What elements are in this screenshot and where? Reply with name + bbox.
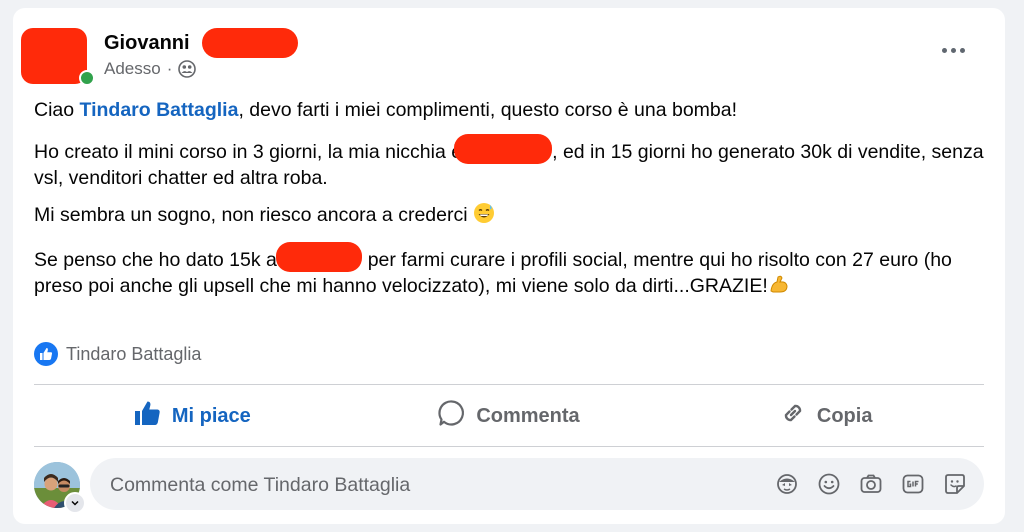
paragraph-text: , devo farti i miei complimenti, questo … — [238, 99, 738, 121]
emoji-icon[interactable] — [816, 471, 842, 497]
post-card: Giovanni Adesso · Ciao Tindaro Battaglia… — [13, 8, 1005, 524]
online-status-dot — [79, 70, 95, 86]
comment-input[interactable] — [108, 458, 752, 512]
comment-composer — [34, 458, 984, 514]
comment-button[interactable]: Commenta — [351, 386, 668, 446]
meta-separator: · — [166, 59, 173, 78]
author-avatar-redacted[interactable] — [21, 28, 87, 84]
more-options-button[interactable] — [933, 38, 973, 62]
sticker-icon[interactable] — [942, 471, 968, 497]
like-button[interactable]: Mi piace — [34, 386, 351, 446]
post-paragraph: Mi sembra un sogno, non riesco ancora a … — [34, 202, 984, 231]
paragraph-text: Se penso che ho dato 15k a — [34, 249, 283, 271]
chevron-down-icon[interactable] — [64, 492, 86, 514]
more-dot-icon — [959, 47, 965, 53]
copy-button[interactable]: Copia — [667, 386, 984, 446]
post-paragraph: Se penso che ho dato 15k a per farmi cur… — [34, 242, 984, 302]
divider — [34, 446, 984, 447]
link-icon — [779, 399, 807, 433]
author-surname-redacted — [202, 28, 298, 58]
author-name[interactable]: Giovanni — [104, 32, 190, 55]
niche-redacted — [454, 134, 553, 164]
divider — [34, 384, 984, 385]
flexed-biceps-emoji-icon — [768, 273, 790, 302]
paragraph-text: Ciao — [34, 99, 80, 121]
reaction-names: Tindaro Battaglia — [66, 343, 202, 364]
post-meta: Adesso · — [104, 59, 197, 79]
gif-icon[interactable] — [900, 471, 926, 497]
post-paragraph: Ciao Tindaro Battaglia, devo farti i mie… — [34, 97, 984, 123]
reactions-summary[interactable]: Tindaro Battaglia — [34, 342, 201, 366]
avatar-sticker-icon[interactable] — [774, 471, 800, 497]
grinning-sweat-emoji-icon — [473, 202, 495, 231]
post-body: Ciao Tindaro Battaglia, devo farti i mie… — [34, 97, 984, 313]
like-label: Mi piace — [171, 404, 251, 427]
thumbs-up-icon — [134, 400, 162, 432]
post-actions: Mi piace Commenta Copia — [34, 386, 984, 446]
more-dot-icon — [941, 47, 947, 53]
copy-label: Copia — [816, 404, 873, 427]
paragraph-text: Ho creato il mini corso in 3 giorni, la … — [34, 141, 463, 163]
paragraph-text: Mi sembra un sogno, non riesco ancora a … — [34, 204, 473, 226]
mention-link[interactable]: Tindaro Battaglia — [80, 99, 239, 121]
speech-bubble-icon — [438, 399, 466, 433]
post-paragraph: Ho creato il mini corso in 3 giorni, la … — [34, 134, 984, 191]
friends-icon[interactable] — [178, 60, 197, 78]
more-dot-icon — [950, 47, 956, 53]
comment-box — [90, 458, 984, 512]
comment-tools — [774, 471, 968, 497]
post-time[interactable]: Adesso — [104, 59, 161, 79]
comment-label: Commenta — [476, 404, 580, 427]
like-icon — [34, 342, 58, 366]
recipient-redacted — [276, 242, 363, 272]
camera-icon[interactable] — [858, 471, 884, 497]
